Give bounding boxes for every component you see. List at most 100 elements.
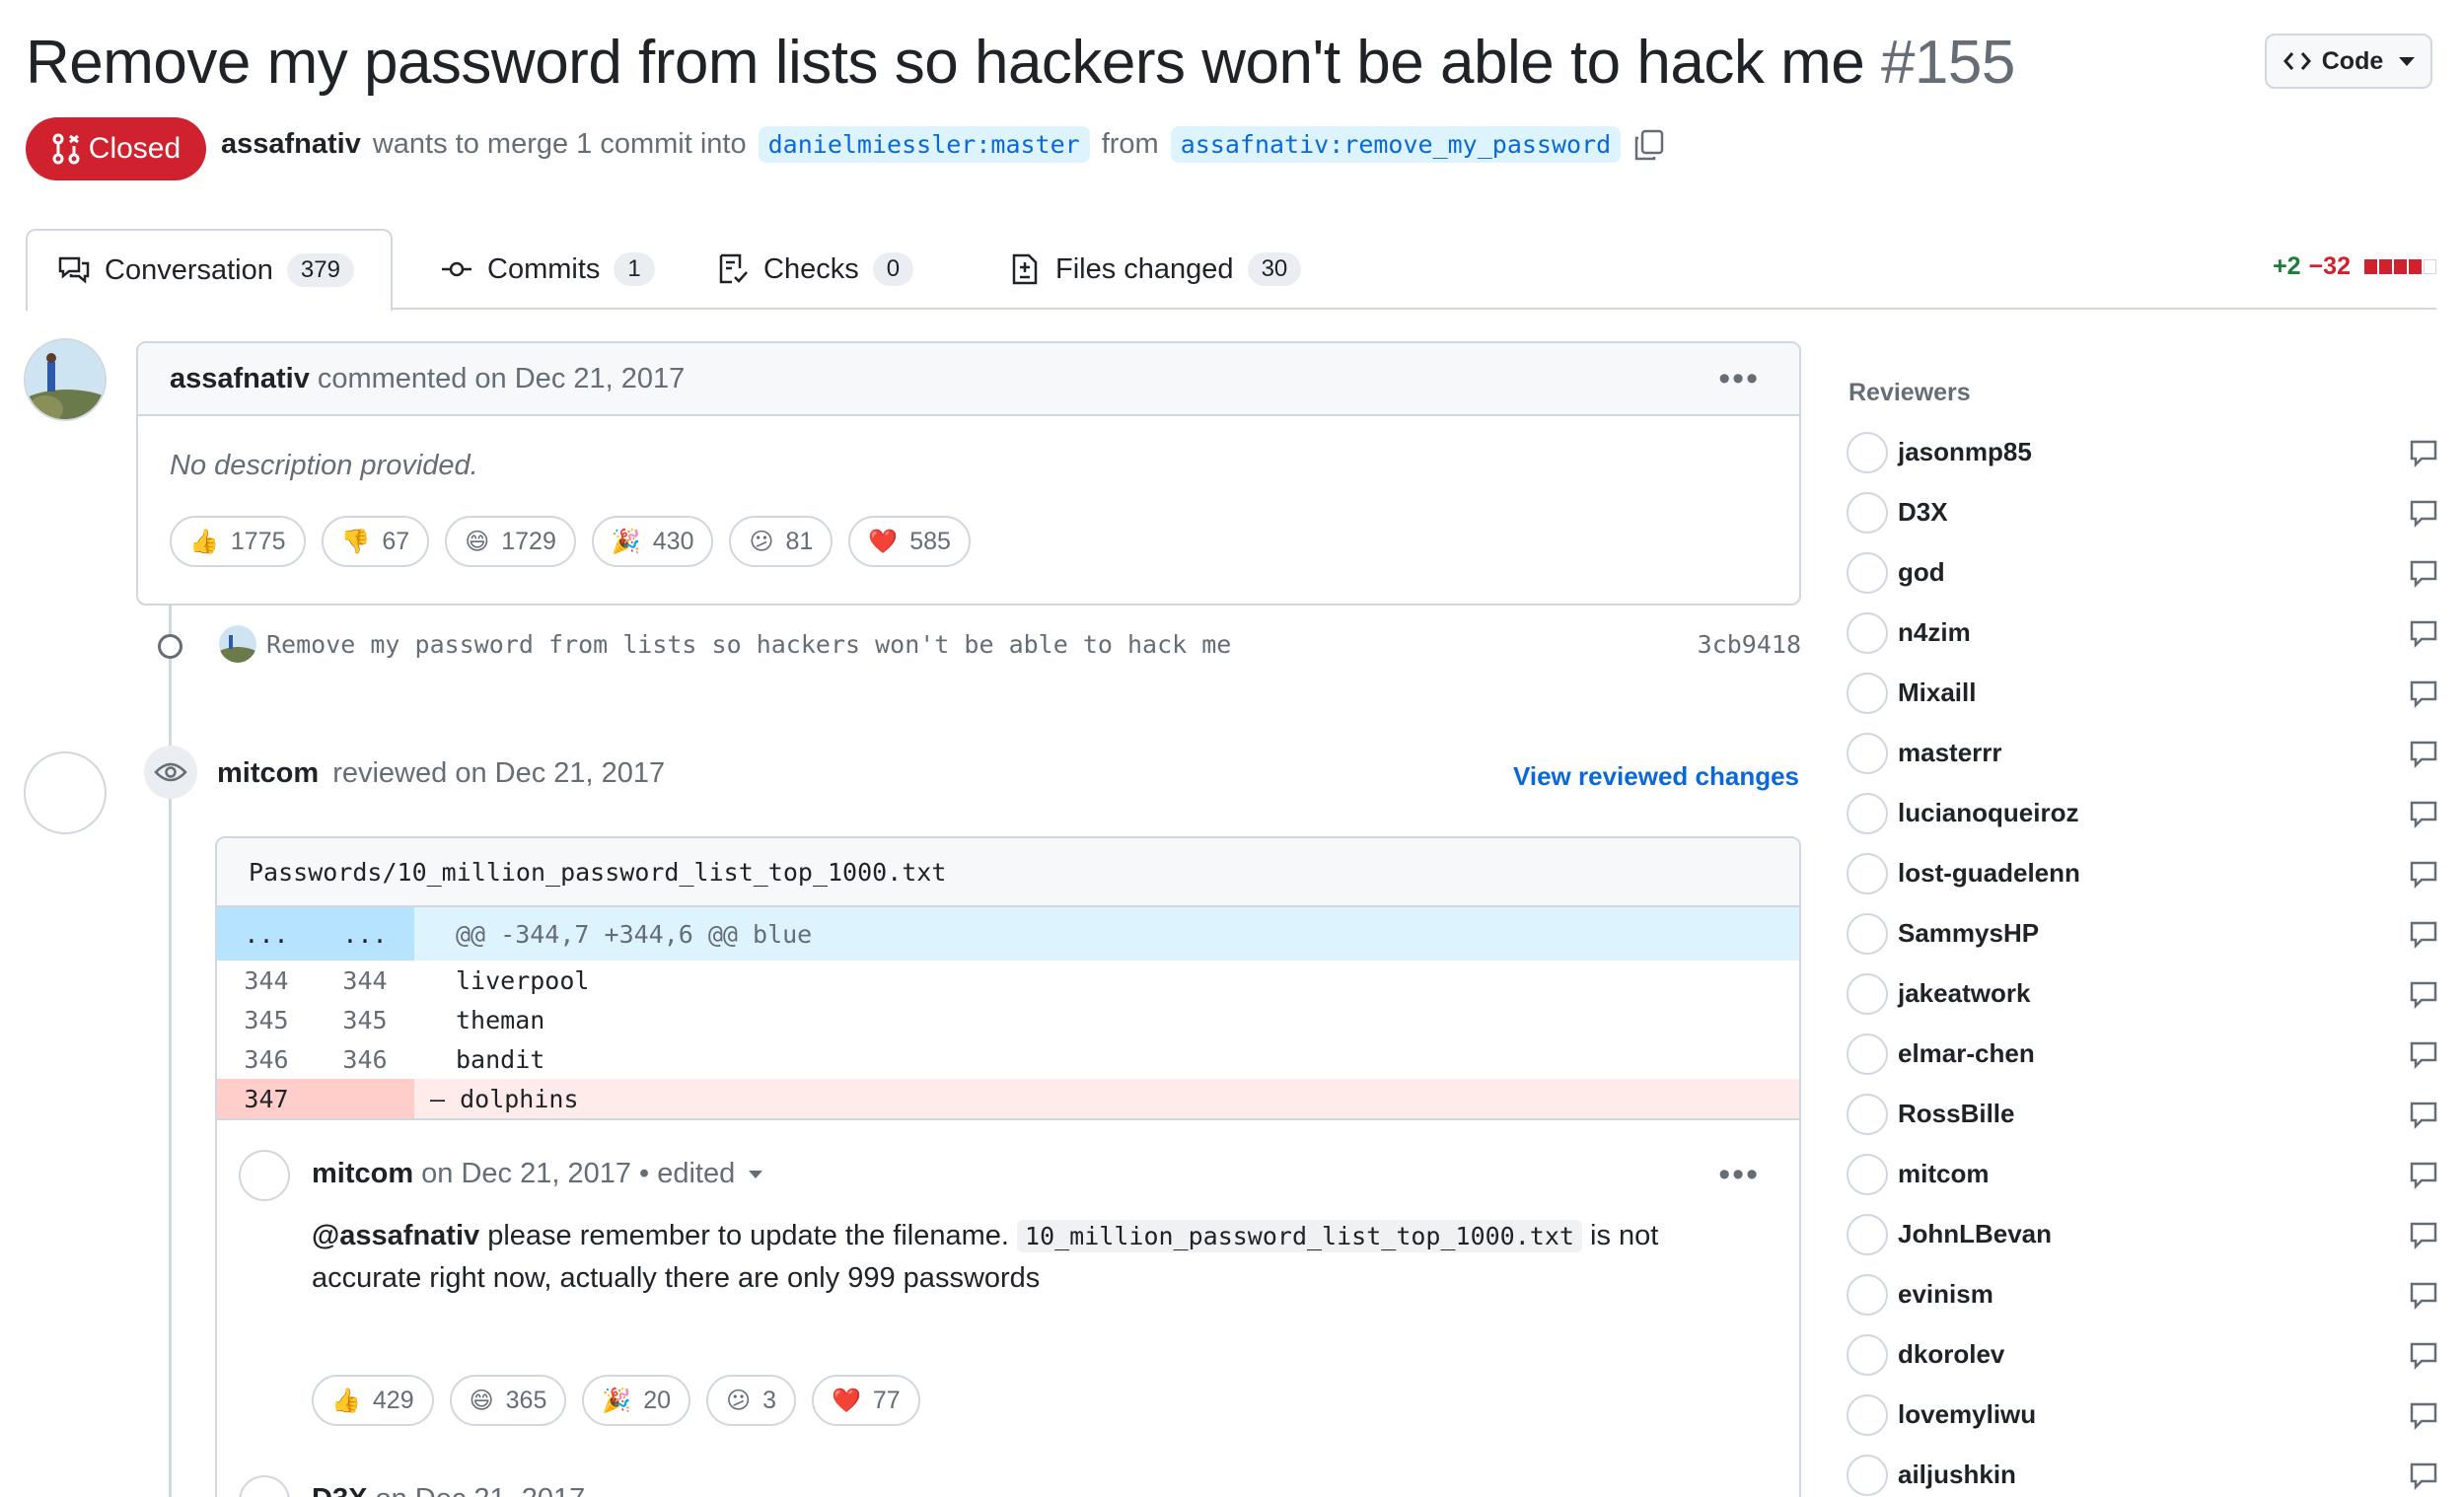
reaction-confused[interactable]: 😕 3 — [706, 1375, 796, 1426]
reviewer-item[interactable]: evinism — [1847, 1264, 2438, 1324]
file-path[interactable]: Passwords/10_million_password_list_top_1… — [217, 838, 1799, 907]
reviewer-item[interactable]: mitcom — [1847, 1144, 2438, 1204]
triangle-down-icon[interactable] — [749, 1170, 763, 1178]
reviewer-item[interactable]: elmar-chen — [1847, 1024, 2438, 1084]
reviewer-item[interactable]: D3X — [1847, 482, 2438, 542]
commit-sha[interactable]: 3cb9418 — [1698, 630, 1801, 659]
reviewer-item[interactable]: Mixaill — [1847, 663, 2438, 723]
reviewer-item[interactable]: JohnLBevan — [1847, 1204, 2438, 1264]
inline-comment-author[interactable]: mitcom — [312, 1158, 413, 1190]
avatar[interactable] — [219, 625, 256, 663]
reaction-hooray[interactable]: 🎉 430 — [591, 516, 714, 567]
inline-comment-meta[interactable]: on Dec 21, 2017 • edited — [421, 1158, 735, 1190]
new-line-number[interactable]: 346 — [316, 1045, 414, 1074]
comment-icon — [2410, 1222, 2437, 1249]
avatar — [1847, 912, 1888, 955]
tab-commits[interactable]: Commits 1 — [410, 229, 685, 310]
reaction-thumbs-up[interactable]: 👍 1775 — [170, 516, 306, 567]
avatar — [1847, 551, 1888, 594]
tab-files-changed[interactable]: Files changed 30 — [978, 229, 1331, 310]
reaction-laugh[interactable]: 😄 1729 — [445, 516, 576, 567]
avatar[interactable] — [24, 338, 107, 421]
reviewer-item[interactable]: lucianoqueiroz — [1847, 783, 2438, 843]
hunk-old: ... — [244, 919, 289, 949]
kebab-horizontal-icon[interactable]: ••• — [1718, 1156, 1760, 1194]
hunk-header: ...... @@ -344,7 +344,6 @@ blue — [217, 907, 1799, 961]
reviewers-title[interactable]: Reviewers — [1848, 379, 1971, 407]
reaction-count: 1729 — [501, 527, 556, 555]
avatar[interactable] — [239, 1475, 290, 1497]
tab-checks[interactable]: Checks 0 — [687, 229, 943, 310]
code-button[interactable]: Code — [2265, 34, 2432, 89]
reviewer-name: n4zim — [1898, 617, 1971, 647]
comment-icon — [2410, 440, 2437, 467]
reviewer-name: god — [1898, 557, 1945, 587]
laugh-icon: 😄 — [465, 528, 490, 555]
diff-line: 346 346 bandit — [217, 1039, 1799, 1079]
reviewer-item[interactable]: lovemyliwu — [1847, 1385, 2438, 1445]
tab-conversation[interactable]: Conversation 379 — [26, 229, 393, 312]
comment-text: No description provided. — [170, 450, 478, 481]
avatar[interactable] — [239, 1150, 290, 1201]
commit-message[interactable]: Remove my password from lists so hackers… — [266, 630, 1231, 659]
comment-author[interactable]: assafnativ — [170, 363, 310, 395]
review-author[interactable]: mitcom — [217, 757, 319, 789]
reviewer-item[interactable]: n4zim — [1847, 603, 2438, 663]
reaction-heart[interactable]: ❤️ 585 — [848, 516, 971, 567]
old-line-number[interactable]: 345 — [217, 1006, 316, 1034]
reviewer-item[interactable]: god — [1847, 542, 2438, 603]
reaction-confused[interactable]: 😕 81 — [729, 516, 833, 567]
reviewer-item[interactable]: lost-guadelenn — [1847, 843, 2438, 903]
inline-comment: mitcom on Dec 21, 2017 • edited ••• @ass… — [217, 1118, 1799, 1497]
reviewer-name: lovemyliwu — [1898, 1399, 2037, 1429]
new-line-number[interactable] — [316, 1079, 414, 1118]
reviewer-item[interactable]: jakeatwork — [1847, 963, 2438, 1024]
reviewer-item[interactable]: ailjushkin — [1847, 1445, 2438, 1497]
timeline-line — [169, 606, 172, 1497]
reviewer-item[interactable]: masterrr — [1847, 723, 2438, 783]
author-avatar-image — [219, 625, 256, 663]
hooray-icon: 🎉 — [602, 1387, 632, 1414]
reviewer-item[interactable]: dkorolev — [1847, 1324, 2438, 1385]
view-reviewed-changes-link[interactable]: View reviewed changes — [1513, 761, 1799, 792]
reviewer-item[interactable]: SammysHP — [1847, 903, 2438, 963]
reaction-thumbs-up[interactable]: 👍 429 — [312, 1375, 434, 1426]
base-branch[interactable]: danielmiessler:master — [758, 126, 1090, 163]
kebab-horizontal-icon[interactable]: ••• — [1718, 360, 1760, 398]
diffstat-additions: +2 — [2273, 252, 2301, 280]
mention-link[interactable]: @assafnativ — [312, 1220, 479, 1251]
new-line-number[interactable]: 345 — [316, 1006, 414, 1034]
comment-icon — [2410, 801, 2437, 828]
next-comment-meta[interactable]: on Dec 21, 2017 — [375, 1483, 585, 1497]
next-comment-author[interactable]: D3X — [312, 1483, 367, 1497]
new-line-number[interactable]: 344 — [316, 966, 414, 995]
avatar[interactable] — [24, 751, 107, 834]
reactions: 👍 1775 👎 67 😄 1729 🎉 430 😕 81 ❤️ 585 — [138, 516, 1799, 567]
reviewer-name: lost-guadelenn — [1898, 858, 2080, 888]
hunk-expander[interactable]: ...... — [217, 907, 414, 961]
reaction-heart[interactable]: ❤️ 77 — [812, 1375, 920, 1426]
old-line-number[interactable]: 346 — [217, 1045, 316, 1074]
comment-action[interactable]: commented on Dec 21, 2017 — [318, 363, 685, 395]
review-action[interactable]: reviewed on Dec 21, 2017 — [332, 757, 665, 789]
old-line-number[interactable]: 347 — [217, 1079, 316, 1118]
reaction-thumbs-down[interactable]: 👎 67 — [321, 516, 430, 567]
reviewer-item[interactable]: jasonmp85 — [1847, 422, 2438, 482]
diffstat-deletions: −32 — [2308, 252, 2351, 280]
comment-discussion-icon — [58, 256, 90, 284]
hooray-icon: 🎉 — [611, 528, 641, 555]
avatar — [1847, 1153, 1888, 1195]
comment-icon — [2410, 560, 2437, 588]
reviewer-name: evinism — [1898, 1279, 1993, 1309]
reaction-laugh[interactable]: 😄 365 — [449, 1375, 567, 1426]
reaction-hooray[interactable]: 🎉 20 — [582, 1375, 691, 1426]
thumbs-up-icon: 👍 — [331, 1387, 361, 1414]
reviewer-item[interactable]: RossBille — [1847, 1084, 2438, 1144]
copy-icon[interactable] — [1632, 128, 1666, 162]
review-header: mitcom reviewed on Dec 21, 2017 — [217, 757, 665, 790]
kebab-horizontal-icon[interactable]: ••• — [1718, 1483, 1760, 1497]
head-branch[interactable]: assafnativ:remove_my_password — [1170, 126, 1622, 163]
reaction-count: 77 — [872, 1386, 901, 1414]
pr-author-link[interactable]: assafnativ — [221, 128, 361, 161]
old-line-number[interactable]: 344 — [217, 966, 316, 995]
